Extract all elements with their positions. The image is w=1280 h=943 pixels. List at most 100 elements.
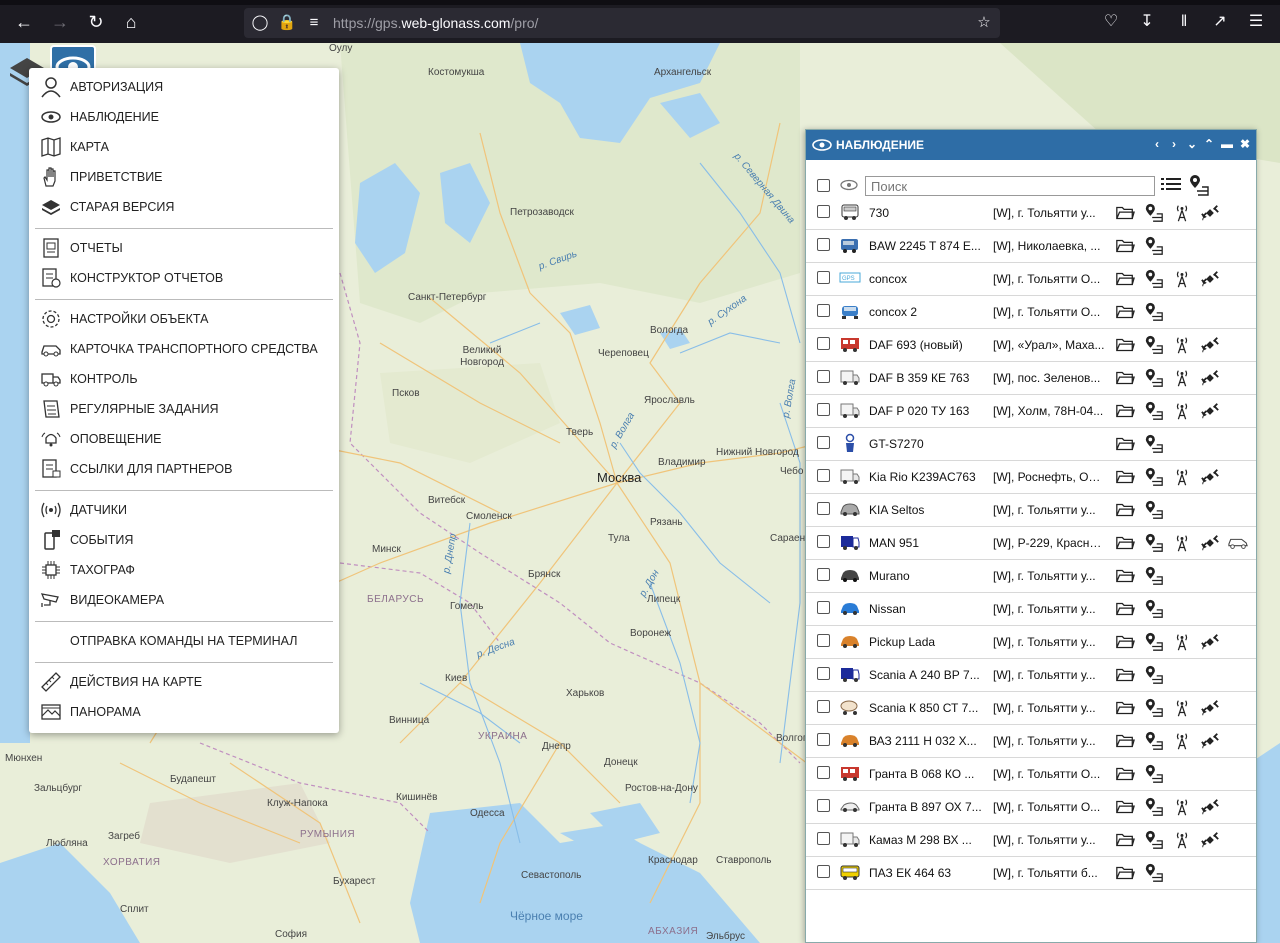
vehicle-row[interactable]: Scania А 240 ВР 7... [W], г. Тольятти у..… xyxy=(806,659,1256,692)
folder-icon[interactable] xyxy=(1114,269,1136,289)
folder-icon[interactable] xyxy=(1114,401,1136,421)
menu-icon[interactable]: ☰ xyxy=(1245,11,1267,33)
antenna-icon[interactable] xyxy=(1171,797,1193,817)
vehicle-row[interactable]: concox 2 [W], г. Тольятти О... xyxy=(806,296,1256,329)
address-bar[interactable]: ◯ 🔒 ≡ https://gps.web-glonass.com/pro/ ☆ xyxy=(244,8,1000,38)
satellite-icon[interactable] xyxy=(1199,731,1221,751)
vehicle-name[interactable]: BAW 2245 T 874 E... xyxy=(869,239,987,253)
vehicle-row[interactable]: DAF В 359 КЕ 763 [W], пос. Зеленов... xyxy=(806,362,1256,395)
vehicle-row[interactable]: Камаз М 298 ВХ ... [W], г. Тольятти у... xyxy=(806,824,1256,857)
track-icon[interactable] xyxy=(1143,236,1165,256)
row-checkbox[interactable] xyxy=(817,733,830,746)
folder-icon[interactable] xyxy=(1114,500,1136,520)
folder-icon[interactable] xyxy=(1114,830,1136,850)
track-icon[interactable] xyxy=(1143,797,1165,817)
vehicle-row[interactable]: DAF 693 (новый) [W], «Урал», Маха... xyxy=(806,329,1256,362)
vehicle-name[interactable]: Scania А 240 ВР 7... xyxy=(869,668,987,682)
menu-item-object-settings[interactable]: НАСТРОЙКИ ОБЪЕКТА xyxy=(29,304,339,334)
vehicle-name[interactable]: DAF Р 020 ТУ 163 xyxy=(869,404,987,418)
folder-icon[interactable] xyxy=(1114,731,1136,751)
lock-icon[interactable]: 🔒 xyxy=(277,13,297,33)
track-icon[interactable] xyxy=(1143,731,1165,751)
vehicle-row[interactable]: Гранта В 068 КО ... [W], г. Тольятти О... xyxy=(806,758,1256,791)
satellite-icon[interactable] xyxy=(1199,368,1221,388)
vehicle-name[interactable]: ВАЗ 2111 Н 032 Х... xyxy=(869,734,987,748)
track-icon[interactable] xyxy=(1143,302,1165,322)
antenna-icon[interactable] xyxy=(1171,368,1193,388)
antenna-icon[interactable] xyxy=(1171,731,1193,751)
vehicle-name[interactable]: Камаз М 298 ВХ ... xyxy=(869,833,987,847)
row-checkbox[interactable] xyxy=(817,865,830,878)
satellite-icon[interactable] xyxy=(1199,830,1221,850)
folder-icon[interactable] xyxy=(1114,236,1136,256)
row-checkbox[interactable] xyxy=(817,568,830,581)
menu-item-report-builder[interactable]: КОНСТРУКТОР ОТЧЕТОВ xyxy=(29,263,339,293)
permissions-icon[interactable]: ≡ xyxy=(304,13,324,33)
vehicle-row[interactable]: Гранта В 897 ОХ 7... [W], г. Тольятти О..… xyxy=(806,791,1256,824)
select-all-checkbox[interactable] xyxy=(817,179,830,192)
library-icon[interactable]: ‖ xyxy=(1173,11,1195,33)
folder-icon[interactable] xyxy=(1114,632,1136,652)
vehicle-row[interactable]: MAN 951 [W], Р-229, Красно... xyxy=(806,527,1256,560)
menu-item-send-command[interactable]: ОТПРАВКА КОМАНДЫ НА ТЕРМИНАЛ xyxy=(29,626,339,656)
row-checkbox[interactable] xyxy=(817,370,830,383)
extensions-icon[interactable]: ↗ xyxy=(1209,11,1231,33)
antenna-icon[interactable] xyxy=(1171,401,1193,421)
menu-item-observation[interactable]: НАБЛЮДЕНИЕ xyxy=(29,102,339,132)
row-checkbox[interactable] xyxy=(817,535,830,548)
satellite-icon[interactable] xyxy=(1199,335,1221,355)
folder-icon[interactable] xyxy=(1114,203,1136,223)
row-checkbox[interactable] xyxy=(817,601,830,614)
track-icon[interactable] xyxy=(1143,566,1165,586)
track-icon[interactable] xyxy=(1143,434,1165,454)
shield-icon[interactable]: ◯ xyxy=(250,13,270,33)
track-icon[interactable] xyxy=(1143,599,1165,619)
search-input[interactable] xyxy=(865,176,1155,196)
satellite-icon[interactable] xyxy=(1199,698,1221,718)
vehicle-row[interactable]: Scania К 850 СТ 7... [W], г. Тольятти у..… xyxy=(806,692,1256,725)
satellite-icon[interactable] xyxy=(1199,203,1221,223)
folder-icon[interactable] xyxy=(1114,533,1136,553)
track-icon[interactable] xyxy=(1143,467,1165,487)
row-checkbox[interactable] xyxy=(817,238,830,251)
vehicle-name[interactable]: ПАЗ ЕК 464 63 xyxy=(869,866,987,880)
minimize-icon[interactable]: ▬ xyxy=(1219,136,1235,152)
chevron-down-icon[interactable]: ⌄ xyxy=(1184,136,1200,152)
satellite-icon[interactable] xyxy=(1199,632,1221,652)
back-icon[interactable]: ← xyxy=(13,11,35,33)
track-icon[interactable] xyxy=(1143,830,1165,850)
track-icon[interactable] xyxy=(1143,368,1165,388)
menu-item-sensors[interactable]: ДАТЧИКИ xyxy=(29,495,339,525)
folder-icon[interactable] xyxy=(1114,302,1136,322)
track-icon[interactable] xyxy=(1143,632,1165,652)
antenna-icon[interactable] xyxy=(1171,533,1193,553)
track-icon[interactable] xyxy=(1143,665,1165,685)
track-icon[interactable] xyxy=(1143,764,1165,784)
track-icon[interactable] xyxy=(1143,401,1165,421)
track-icon[interactable] xyxy=(1143,698,1165,718)
row-checkbox[interactable] xyxy=(817,832,830,845)
vehicle-row[interactable]: ВАЗ 2111 Н 032 Х... [W], г. Тольятти у... xyxy=(806,725,1256,758)
folder-icon[interactable] xyxy=(1114,698,1136,718)
antenna-icon[interactable] xyxy=(1171,467,1193,487)
row-checkbox[interactable] xyxy=(817,436,830,449)
row-checkbox[interactable] xyxy=(817,403,830,416)
folder-icon[interactable] xyxy=(1114,566,1136,586)
track-icon[interactable] xyxy=(1188,174,1210,196)
vehicle-name[interactable]: concox xyxy=(869,272,987,286)
prev-icon[interactable]: ‹ xyxy=(1149,136,1165,152)
folder-icon[interactable] xyxy=(1114,665,1136,685)
vehicle-row[interactable]: Kia Rio K239AC763 [W], Роснефть, Ол... xyxy=(806,461,1256,494)
vehicle-name[interactable]: Pickup Lada xyxy=(869,635,987,649)
url-text[interactable]: https://gps.web-glonass.com/pro/ xyxy=(333,15,538,31)
antenna-icon[interactable] xyxy=(1171,203,1193,223)
satellite-icon[interactable] xyxy=(1199,401,1221,421)
menu-item-events[interactable]: СОБЫТИЯ xyxy=(29,525,339,555)
vehicle-row[interactable]: ПАЗ ЕК 464 63 [W], г. Тольятти б... xyxy=(806,857,1256,890)
vehicle-name[interactable]: MAN 951 xyxy=(869,536,987,550)
menu-item-welcome[interactable]: ПРИВЕТСТВИЕ xyxy=(29,162,339,192)
row-checkbox[interactable] xyxy=(817,271,830,284)
track-icon[interactable] xyxy=(1143,863,1165,883)
track-icon[interactable] xyxy=(1143,533,1165,553)
vehicle-name[interactable]: Гранта В 068 КО ... xyxy=(869,767,987,781)
